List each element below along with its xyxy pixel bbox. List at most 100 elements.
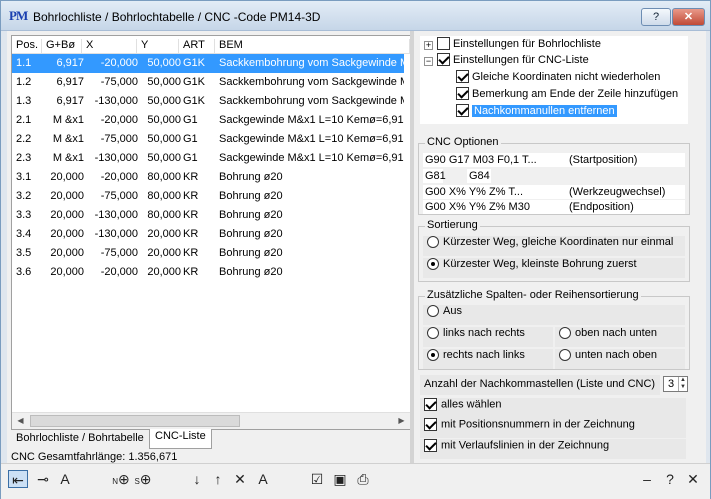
check-position-numbers[interactable]: mit Positionsnummern in der Zeichnung [420,418,686,438]
scroll-left-icon[interactable]: ◀ [12,413,29,429]
north-crosshair-icon[interactable]: N⊕ [111,470,131,488]
print-icon[interactable]: ⎙ [353,470,373,488]
table-cell: 3.4 [16,228,32,240]
sort-option-smallest-first[interactable]: Kürzester Weg, kleinste Bohrung zuerst [423,258,685,278]
text-style-icon[interactable]: A [55,470,75,488]
checkbox[interactable] [456,87,469,100]
cnc-end-line[interactable]: G00 X% Y% Z% M30 (Endposition) [423,200,685,214]
check-select-all[interactable]: alles wählen [420,398,686,418]
radio[interactable] [427,349,439,362]
col-art[interactable]: ART [179,39,215,53]
extra-option-right-left[interactable]: rechts nach links [423,349,553,369]
checkbox[interactable] [424,439,437,452]
radio[interactable] [427,305,439,318]
extra-option-left-right[interactable]: links nach rechts [423,327,553,347]
checkbox[interactable] [456,104,469,117]
help-button[interactable]: ? [641,8,671,26]
table-cell: -75,000 [100,76,138,88]
col-y[interactable]: Y [137,39,179,53]
title-bar[interactable]: PM Bohrlochliste / Bohrlochtabelle / CNC… [1,1,710,31]
splitter[interactable] [410,31,414,463]
radio[interactable] [427,236,439,249]
pin-icon[interactable]: ⊸ [33,470,53,488]
sort-option-same-coords[interactable]: Kürzester Weg, gleiche Koordinaten nur e… [423,236,685,256]
radio[interactable] [427,258,439,271]
close-button[interactable]: ✕ [672,8,705,26]
table-cell: -75,000 [100,247,138,259]
table-row[interactable]: 2.1 M &x1 -20,000 50,000 G1 Sackgewinde M&x1 … [12,111,404,130]
table-row[interactable]: 3.1 20,000 -20,000 80,000 KR Bohrung ø20 [12,168,404,187]
collapse-icon[interactable]: − [424,57,433,66]
cnc-start-line[interactable]: G90 G17 M03 F0,1 T... (Startposition) [423,153,685,167]
radio[interactable] [559,327,571,340]
check-label: mit Verlaufslinien in der Zeichnung [441,439,610,452]
south-crosshair-icon[interactable]: S⊕ [133,470,153,488]
table-row[interactable]: 2.3 M &x1 -130,000 50,000 G1 Sackgewinde M&x1… [12,149,404,168]
tab-cnc-list[interactable]: CNC-Liste [149,429,212,449]
table-cell: 80,000 [147,171,181,183]
table-row[interactable]: 3.2 20,000 -75,000 80,000 KR Bohrung ø20 [12,187,404,206]
table-row[interactable]: 3.5 20,000 -75,000 20,000 KR Bohrung ø20 [12,244,404,263]
extra-option-top-down[interactable]: oben nach unten [555,327,685,347]
tree-child-comment[interactable]: Bemerkung am Ende der Zeile hinzufügen [456,87,678,103]
extra-option-bottom-up[interactable]: unten nach oben [555,349,685,369]
table-cell: 50,000 [147,57,181,69]
table-row[interactable]: 2.2 M &x1 -75,000 50,000 G1 Sackgewinde M&x1 … [12,130,404,149]
table-cell: 20,000 [50,171,84,183]
spinner-arrows-icon[interactable]: ▲ ▼ [678,377,687,391]
checkbox[interactable] [424,418,437,431]
move-up-icon[interactable]: ↑ [208,470,228,488]
table-cell: Sackkembohrung vom Sackgewinde M&x1 [219,95,404,107]
radio[interactable] [559,349,571,362]
save-icon[interactable]: ▣ [330,470,350,488]
tree-node-list-settings[interactable]: Einstellungen für Bohrlochliste [437,37,601,53]
table-cell: -130,000 [94,95,138,107]
tree-child-no-repeat[interactable]: Gleiche Koordinaten nicht wiederholen [456,70,660,86]
drill-list-panel: Pos. G+Bø X Y ART BEM 1.1 6,917 -20,000 50,… [11,35,411,430]
cnc-code: G84 [469,170,490,182]
table-cell: 80,000 [147,209,181,221]
scroll-right-icon[interactable]: ▶ [393,413,410,429]
tree-node-cnc-settings[interactable]: Einstellungen für CNC-Liste [437,53,589,69]
text-icon[interactable]: A [253,470,273,488]
table-row[interactable]: 3.4 20,000 -130,000 20,000 KR Bohrung ø20 [12,225,404,244]
cnc-toolchange-line[interactable]: G00 X% Y% Z% T... (Werkzeugwechsel) [423,185,685,199]
scroll-thumb[interactable] [30,415,240,427]
decimals-spinner[interactable]: 3 ▲ ▼ [663,376,688,392]
cnc-note: (Endposition) [569,201,634,213]
table-cell: KR [183,228,199,240]
check-path-lines[interactable]: mit Verlaufslinien in der Zeichnung [420,439,686,459]
help-icon[interactable]: ? [660,470,680,488]
decimals-label: Anzahl der Nachkommastellen (Liste und C… [424,378,656,390]
col-x[interactable]: X [82,39,137,53]
checkbox[interactable] [456,70,469,83]
delete-icon[interactable]: ✕ [230,470,250,488]
horizontal-scrollbar[interactable]: ◀ ▶ [12,412,410,429]
close-icon[interactable]: ✕ [683,470,703,488]
dock-left-icon[interactable]: ⇤ [8,470,28,488]
expand-icon[interactable]: + [424,41,433,50]
table-row[interactable]: 1.1 6,917 -20,000 50,000 G1K Sackkembohrung v… [12,54,404,73]
extra-option-off[interactable]: Aus [423,305,685,325]
sort-group: Sortierung Kürzester Weg, gleiche Koordi… [418,219,690,282]
radio[interactable] [427,327,439,340]
col-bem[interactable]: BEM [215,39,410,53]
checkbox[interactable] [437,37,450,50]
table-row[interactable]: 1.2 6,917 -75,000 50,000 G1K Sackkembohrung v… [12,73,404,92]
south-label: S [134,477,140,486]
checklist-icon[interactable]: ☑ [307,470,327,488]
table-row[interactable]: 3.3 20,000 -130,000 80,000 KR Bohrung ø20 [12,206,404,225]
checkbox[interactable] [424,398,437,411]
tab-drill-list[interactable]: Bohrlochliste / Bohrtabelle [11,431,149,448]
col-pos[interactable]: Pos. [12,39,42,53]
move-down-icon[interactable]: ↓ [187,470,207,488]
tree-child-trailing-zeros[interactable]: Nachkommanullen entfernen [456,104,617,120]
table-cell: -130,000 [94,209,138,221]
cnc-g84-field[interactable]: G84 [467,169,491,183]
cnc-g81-field[interactable]: G81 [423,169,446,183]
checkbox[interactable] [437,53,450,66]
col-gbo[interactable]: G+Bø [42,39,82,53]
table-row[interactable]: 3.6 20,000 -20,000 20,000 KR Bohrung ø20 [12,263,404,282]
minimize-icon[interactable]: – [637,470,657,488]
table-row[interactable]: 1.3 6,917 -130,000 50,000 G1K Sackkembohrung … [12,92,404,111]
